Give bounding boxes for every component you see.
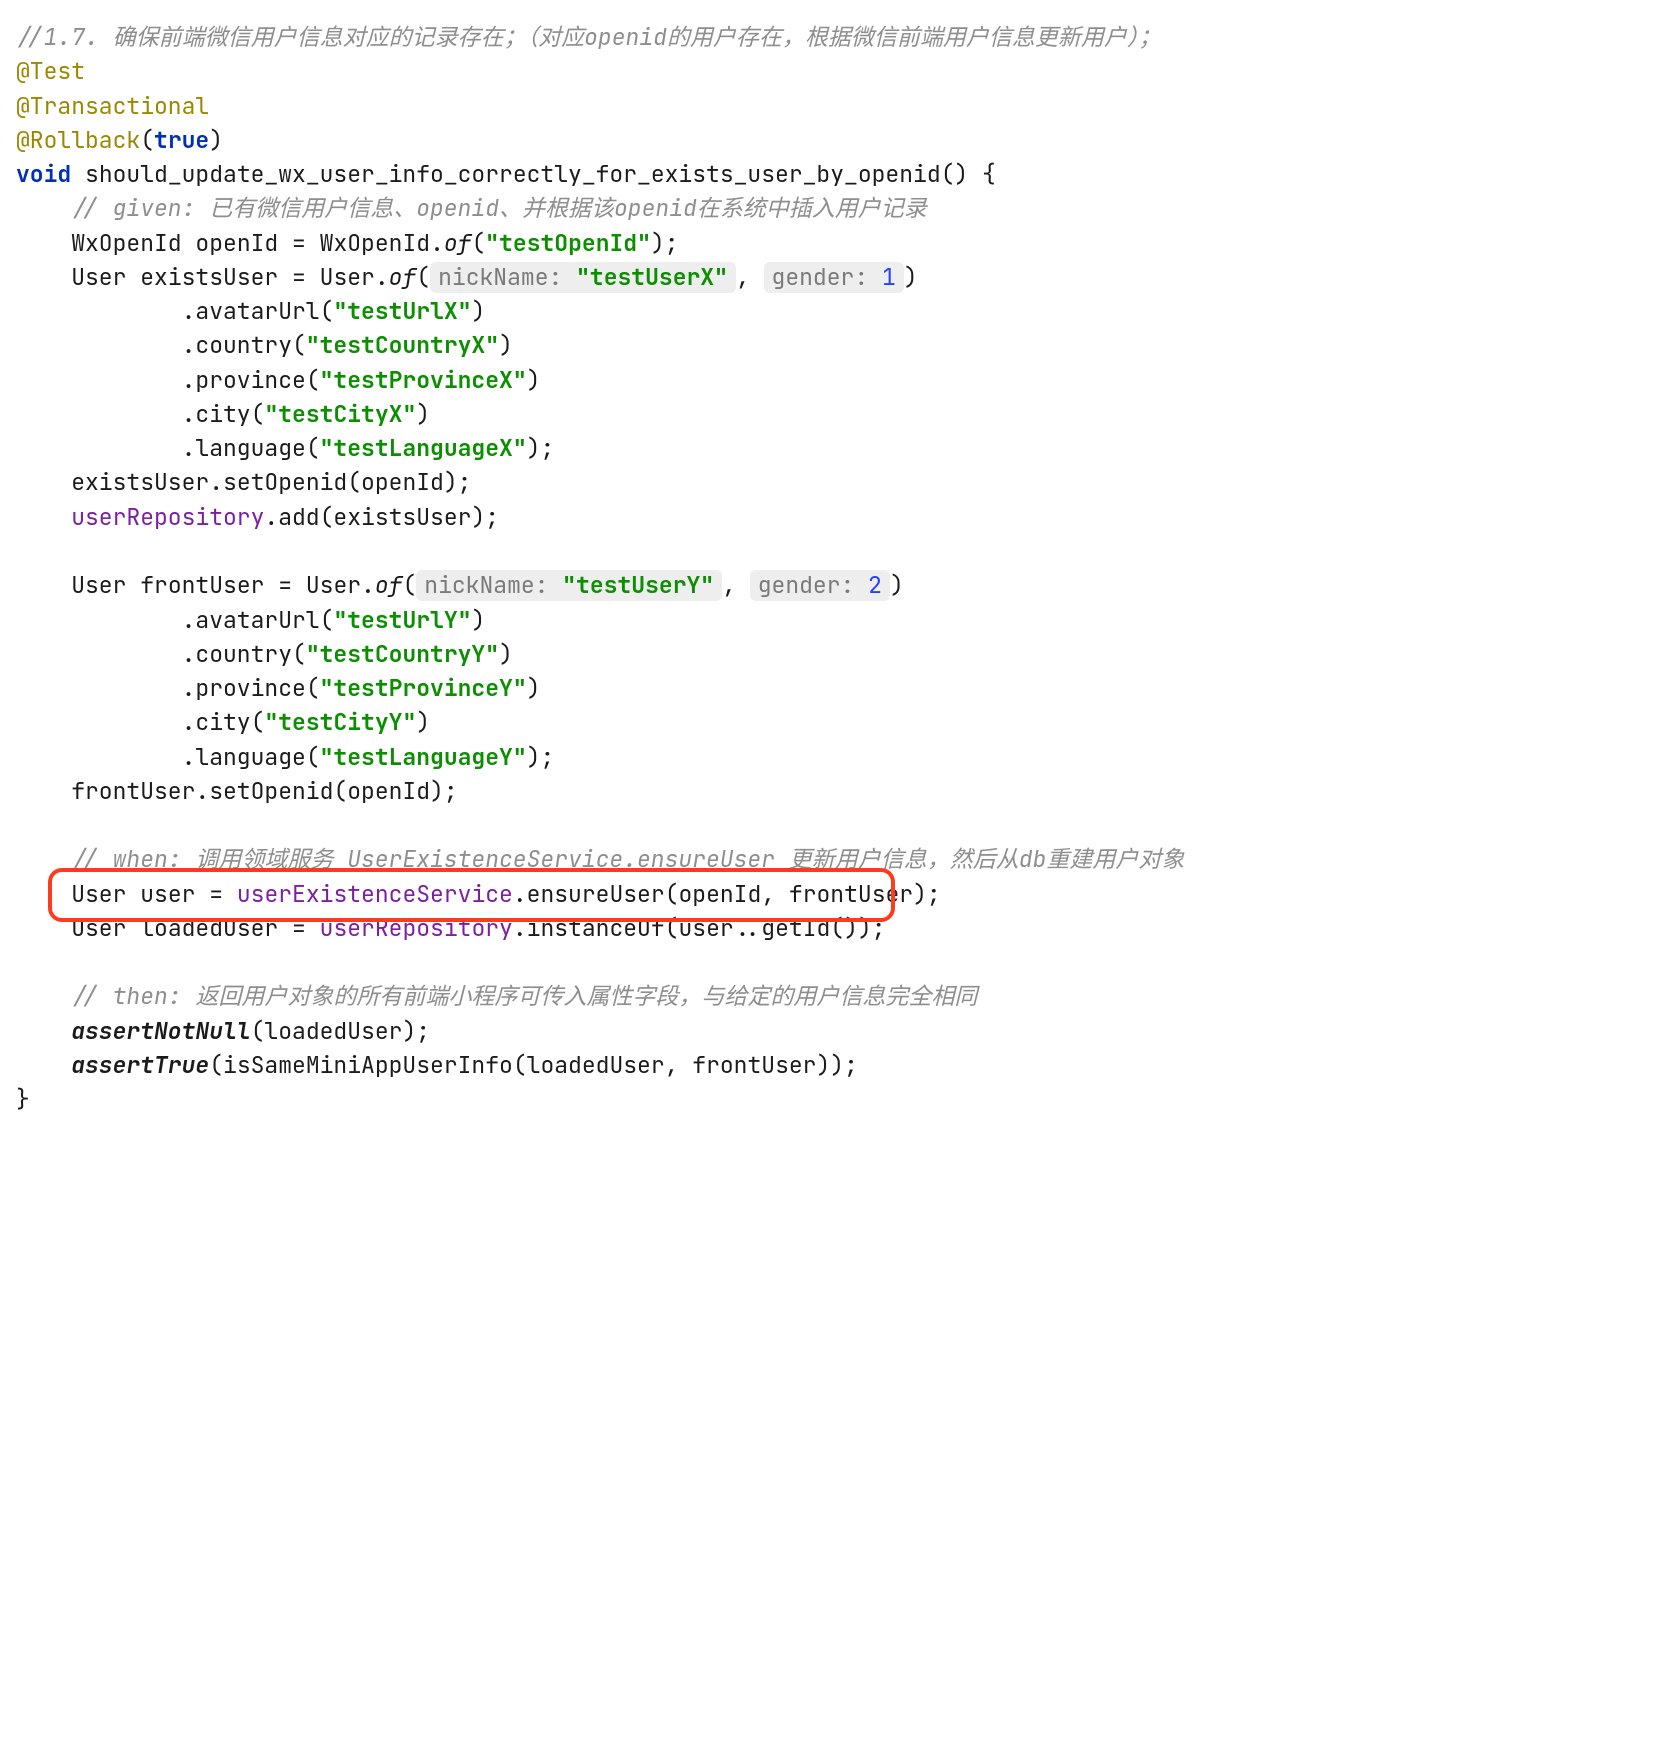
comment-then: // then: 返回用户对象的所有前端小程序可传入属性字段，与给定的用户信息完… <box>71 981 977 1011</box>
field-user-repository: userRepository <box>71 502 264 532</box>
field-user-existence-service: userExistenceService <box>237 879 513 909</box>
annotation-transactional: @Transactional <box>16 91 209 121</box>
code-block[interactable]: //1.7. 确保前端微信用户信息对应的记录存在；（对应openid的用户存在，… <box>0 0 1678 1147</box>
param-hint-nickname: nickName: "testUserY" <box>416 570 722 601</box>
keyword-void: void <box>16 159 71 189</box>
comment-line: //1.7. 确保前端微信用户信息对应的记录存在；（对应openid的用户存在，… <box>16 22 1161 52</box>
annotation-test: @Test <box>16 56 85 86</box>
keyword-true: true <box>154 125 209 155</box>
annotation-rollback: @Rollback <box>16 125 140 155</box>
comment-given: // given: 已有微信用户信息、openid、并根据该openid在系统中… <box>71 193 927 223</box>
comment-when: // when: 调用领域服务 UserExistenceService.ens… <box>71 844 1184 874</box>
param-hint-gender: gender: 1 <box>764 262 904 293</box>
method-declaration: should_update_wx_user_info_correctly_for… <box>85 159 941 189</box>
assert-not-null: assertNotNull <box>71 1016 250 1046</box>
assert-true: assertTrue <box>71 1050 209 1080</box>
type: WxOpenId <box>71 228 181 258</box>
param-hint-nickname: nickName: "testUserX" <box>430 262 736 293</box>
code-editor-viewport[interactable]: //1.7. 确保前端微信用户信息对应的记录存在；（对应openid的用户存在，… <box>0 0 1678 1147</box>
param-hint-gender: gender: 2 <box>750 570 890 601</box>
